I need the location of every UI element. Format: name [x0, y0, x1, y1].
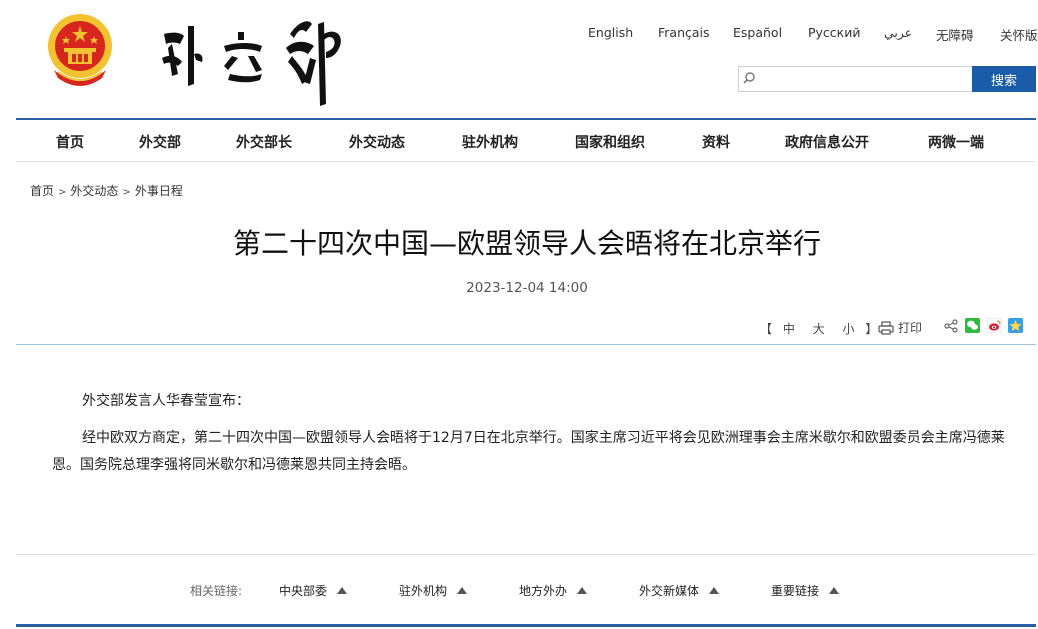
printer-icon — [878, 321, 894, 335]
font-size-selector: 【 中 大 小 】 — [760, 320, 877, 337]
link-important[interactable]: 重要链接 — [771, 582, 840, 599]
nav-missions-overseas[interactable]: 驻外机构 — [462, 132, 518, 152]
font-size-medium[interactable]: 中 — [783, 322, 795, 336]
triangle-up-icon — [337, 587, 348, 594]
nav-minister[interactable]: 外交部长 — [236, 132, 292, 152]
lang-russian-link[interactable]: Русский — [808, 25, 860, 40]
link-central-ministries[interactable]: 中央部委 — [279, 582, 348, 599]
breadcrumb-diplomatic-news[interactable]: 外交动态 — [70, 184, 118, 198]
search-bar: 搜索 — [738, 66, 1036, 92]
triangle-up-icon — [829, 587, 840, 594]
triangle-up-icon — [457, 587, 468, 594]
article-tools: 【 中 大 小 】 打印 — [0, 317, 1038, 338]
title-divider — [16, 344, 1036, 345]
font-size-small[interactable]: 小 — [843, 322, 855, 336]
nav-government-info[interactable]: 政府信息公开 — [785, 132, 869, 152]
footer-bottom-bar — [16, 624, 1036, 627]
nav-home[interactable]: 首页 — [56, 132, 84, 152]
breadcrumb-separator: > — [122, 187, 131, 198]
article-title: 第二十四次中国—欧盟领导人会晤将在北京举行 — [232, 227, 821, 260]
site-header: English Français Español Русский عربي 无障… — [0, 0, 1038, 118]
link-missions[interactable]: 驻外机构 — [399, 582, 468, 599]
breadcrumb-separator: > — [58, 187, 67, 198]
lang-french-link[interactable]: Français — [658, 25, 710, 40]
link-label: 外交新媒体 — [639, 584, 700, 598]
nav-ministry[interactable]: 外交部 — [139, 132, 181, 152]
breadcrumb-home[interactable]: 首页 — [30, 184, 54, 198]
triangle-up-icon — [577, 587, 588, 594]
print-button[interactable]: 打印 — [878, 319, 922, 336]
bracket-close: 】 — [865, 322, 878, 336]
qzone-icon[interactable] — [1008, 318, 1024, 336]
weibo-icon[interactable] — [986, 317, 1003, 336]
link-new-media[interactable]: 外交新媒体 — [639, 582, 720, 599]
breadcrumb: 首页 > 外交动态 > 外事日程 — [30, 182, 183, 199]
lang-english-link[interactable]: English — [588, 25, 633, 40]
link-local-foreign-affairs[interactable]: 地方外办 — [519, 582, 588, 599]
link-label: 驻外机构 — [399, 584, 448, 598]
main-nav: 首页 外交部 外交部长 外交动态 驻外机构 国家和组织 资料 政府信息公开 两微… — [16, 118, 1036, 162]
search-input[interactable] — [738, 66, 972, 92]
share-icon[interactable] — [944, 318, 958, 336]
link-label: 重要链接 — [771, 584, 820, 598]
article-body: 外交部发言人华春莹宣布： 经中欧双方商定，第二十四次中国—欧盟领导人会晤将于12… — [52, 388, 1012, 489]
nav-social-media[interactable]: 两微一端 — [928, 132, 984, 152]
font-size-large[interactable]: 大 — [813, 322, 825, 336]
share-bar — [944, 317, 1026, 336]
link-label: 地方外办 — [519, 584, 568, 598]
article-paragraph: 外交部发言人华春莹宣布： — [82, 393, 250, 409]
accessibility-link[interactable]: 无障碍 — [936, 25, 974, 44]
nav-diplomatic-news[interactable]: 外交动态 — [349, 132, 405, 152]
link-label: 中央部委 — [279, 584, 328, 598]
search-icon — [743, 72, 755, 84]
nav-resources[interactable]: 资料 — [702, 132, 730, 152]
wechat-icon[interactable] — [964, 318, 980, 336]
bracket-open: 【 — [760, 322, 773, 336]
language-bar: English Français Español Русский عربي 无障… — [0, 25, 1038, 43]
care-mode-link[interactable]: 关怀版 — [1000, 25, 1038, 44]
article-date: 2023-12-04 14:00 — [466, 280, 588, 296]
triangle-up-icon — [709, 587, 720, 594]
breadcrumb-schedule[interactable]: 外事日程 — [135, 184, 183, 198]
lang-spanish-link[interactable]: Español — [733, 25, 782, 40]
lang-arabic-link[interactable]: عربي — [884, 25, 912, 40]
article-paragraph: 经中欧双方商定，第二十四次中国—欧盟领导人会晤将于12月7日在北京举行。国家主席… — [52, 430, 1005, 473]
related-links-label: 相关链接: — [190, 584, 243, 598]
print-label: 打印 — [898, 321, 923, 335]
search-button[interactable]: 搜索 — [972, 66, 1036, 92]
footer-divider — [16, 554, 1036, 555]
national-emblem-logo[interactable] — [44, 12, 116, 88]
nav-countries-organizations[interactable]: 国家和组织 — [575, 132, 645, 152]
